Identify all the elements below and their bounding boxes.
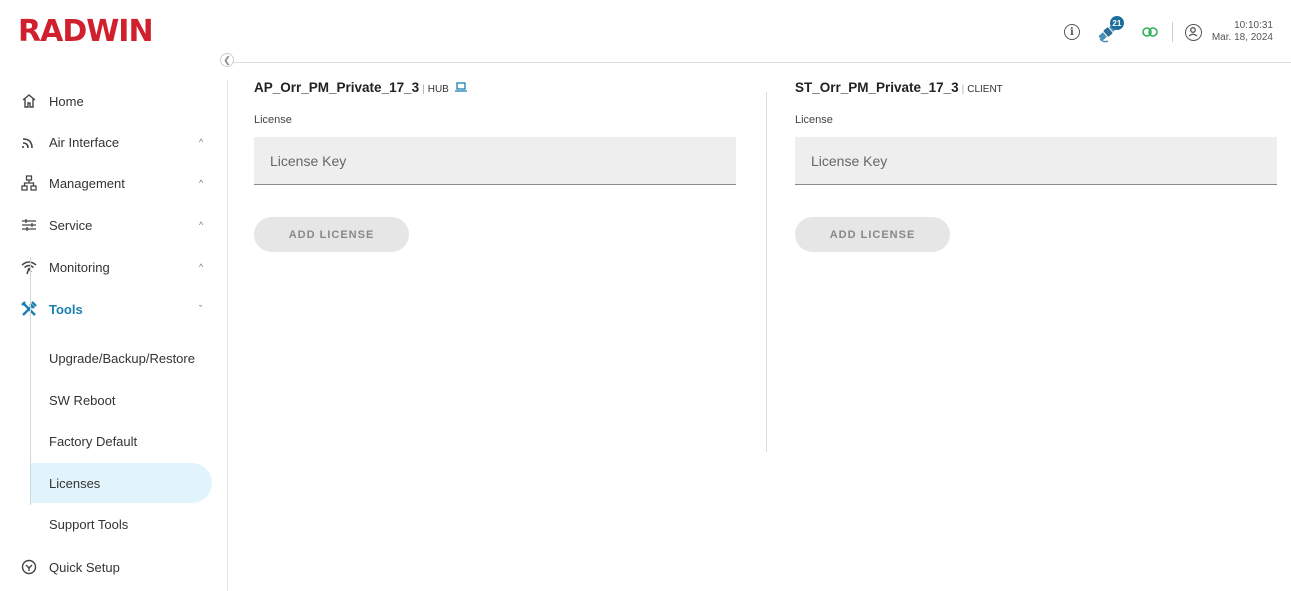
header-toolbar: i 21 10:10:31 Mar. 18, 2024 bbox=[1063, 12, 1291, 52]
sidebar-item-label: Service bbox=[49, 217, 93, 233]
sidebar-subitem-label: Factory Default bbox=[49, 433, 138, 449]
home-icon bbox=[20, 92, 38, 110]
client-device-name: ST_Orr_PM_Private_17_3 bbox=[795, 80, 959, 95]
sidebar-subitem-factory-default[interactable]: Factory Default bbox=[31, 421, 212, 461]
sidebar-item-tools[interactable]: Tools ˇ bbox=[0, 289, 212, 329]
title-separator: | bbox=[422, 84, 425, 95]
client-license-key-input[interactable]: License Key bbox=[795, 137, 1277, 185]
sidebar-subitem-licenses[interactable]: Licenses bbox=[31, 463, 212, 503]
laptop-icon bbox=[454, 80, 467, 95]
sidebar-item-monitoring[interactable]: Monitoring ^ bbox=[0, 247, 212, 287]
sidebar-subitem-support-tools[interactable]: Support Tools bbox=[31, 504, 212, 544]
clock-date: Mar. 18, 2024 bbox=[1211, 32, 1273, 43]
hub-title: AP_Orr_PM_Private_17_3 | HUB bbox=[254, 80, 736, 102]
hub-license-label: License bbox=[254, 114, 292, 126]
chevron-up-icon: ^ bbox=[199, 220, 204, 230]
sidebar-subitem-label: Upgrade/Backup/Restore bbox=[49, 350, 195, 366]
sidebar-item-label: Quick Setup bbox=[49, 559, 120, 575]
network-icon bbox=[20, 174, 38, 192]
header-divider-line bbox=[227, 62, 1291, 63]
sliders-icon bbox=[20, 216, 38, 234]
chevron-up-icon: ^ bbox=[199, 262, 204, 272]
sidebar-item-home[interactable]: Home bbox=[0, 81, 212, 121]
quick-setup-icon bbox=[20, 558, 38, 576]
radwin-logo: RADWIN bbox=[18, 14, 154, 49]
sidebar-item-air-interface[interactable]: Air Interface ^ bbox=[0, 122, 212, 162]
sidebar-subitem-upgrade-backup-restore[interactable]: Upgrade/Backup/Restore bbox=[31, 338, 212, 378]
link-icon[interactable] bbox=[1142, 27, 1158, 37]
sidebar-collapse-button[interactable]: ❮ bbox=[220, 53, 234, 67]
wifi-arc-icon bbox=[20, 133, 38, 151]
title-separator: | bbox=[961, 84, 965, 95]
sidebar-item-label: Management bbox=[49, 175, 125, 191]
sidebar-item-management[interactable]: Management ^ bbox=[0, 163, 212, 203]
sidebar-item-label: Home bbox=[49, 93, 84, 109]
header-divider bbox=[1171, 22, 1173, 42]
sidebar-item-label: Monitoring bbox=[49, 259, 110, 275]
hub-add-license-button[interactable]: ADD LICENSE bbox=[254, 217, 409, 252]
client-license-label: License bbox=[795, 114, 833, 126]
client-title: ST_Orr_PM_Private_17_3 | CLIENT bbox=[795, 80, 1277, 102]
chevron-up-icon: ^ bbox=[199, 137, 204, 147]
sidebar-item-service[interactable]: Service ^ bbox=[0, 205, 212, 245]
sidebar-item-quick-setup[interactable]: Quick Setup bbox=[0, 547, 212, 587]
chevron-left-icon: ❮ bbox=[223, 54, 231, 65]
datetime-display: 10:10:31 Mar. 18, 2024 bbox=[1212, 20, 1273, 44]
sidebar-subitem-label: Licenses bbox=[49, 475, 101, 491]
sidebar-item-label: Air Interface bbox=[49, 134, 120, 150]
sidebar-item-label: Tools bbox=[49, 301, 83, 317]
user-icon[interactable] bbox=[1184, 23, 1202, 41]
hub-role-label: HUB bbox=[427, 84, 449, 95]
sidebar-subitem-sw-reboot[interactable]: SW Reboot bbox=[31, 380, 212, 420]
chevron-down-icon: ˇ bbox=[199, 304, 202, 314]
chevron-up-icon: ^ bbox=[199, 178, 204, 188]
signal-icon bbox=[20, 258, 38, 276]
client-role-label: CLIENT bbox=[967, 84, 1003, 95]
notification-badge: 21 bbox=[1109, 16, 1124, 30]
hub-license-key-input[interactable]: License Key bbox=[254, 137, 736, 185]
sidebar-subitem-label: SW Reboot bbox=[49, 392, 116, 408]
clock-time: 10:10:31 bbox=[1234, 20, 1273, 31]
info-icon[interactable]: i bbox=[1063, 24, 1080, 40]
tools-icon bbox=[20, 300, 38, 318]
client-license-panel: ST_Orr_PM_Private_17_3 | CLIENT License … bbox=[795, 80, 1277, 252]
satellite-notifications[interactable]: 21 bbox=[1094, 16, 1124, 46]
sidebar-subitem-label: Support Tools bbox=[49, 516, 129, 532]
hub-license-panel: AP_Orr_PM_Private_17_3 | HUB License Lic… bbox=[254, 80, 736, 252]
panel-divider bbox=[766, 92, 767, 452]
client-add-license-button[interactable]: ADD LICENSE bbox=[795, 217, 950, 252]
hub-device-name: AP_Orr_PM_Private_17_3 bbox=[254, 80, 420, 95]
